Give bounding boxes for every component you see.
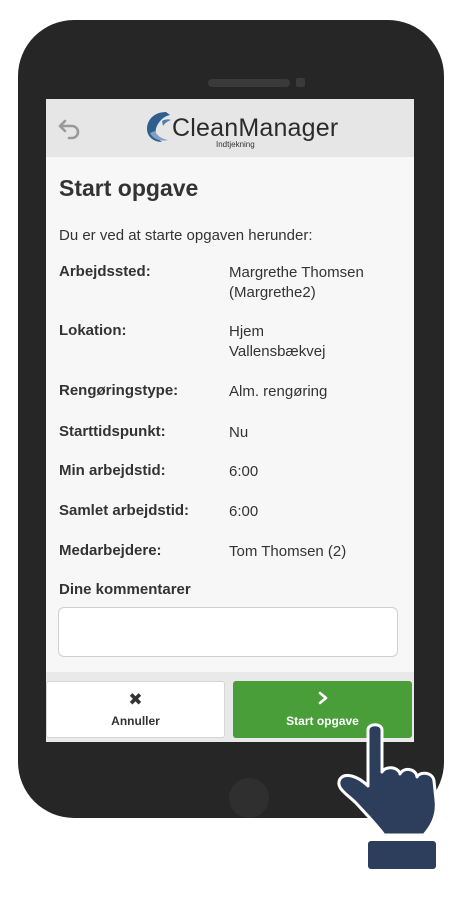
- intro-text: Du er ved at starte opgaven herunder:: [59, 227, 313, 244]
- phone-home-button[interactable]: [229, 778, 269, 818]
- detail-label: Min arbejdstid:: [59, 462, 166, 479]
- cancel-button[interactable]: ✖ Annuller: [46, 681, 225, 738]
- detail-value: Hjem Vallensbækvej: [229, 323, 326, 360]
- detail-value: 6:00: [229, 463, 259, 480]
- comments-label: Dine kommentarer: [59, 581, 191, 598]
- chevron-right-icon: [317, 691, 329, 709]
- task-details: Start opgave Du er ved at starte opgaven…: [46, 157, 414, 677]
- detail-value: 6:00: [229, 503, 259, 520]
- page-title: Start opgave: [59, 175, 199, 201]
- back-arrow-icon[interactable]: [56, 114, 84, 142]
- app-name: CleanManager: [172, 114, 339, 142]
- detail-label: Starttidspunkt:: [59, 423, 166, 440]
- detail-label: Samlet arbejdstid:: [59, 502, 190, 519]
- app-logo: CleanManager Indtjekning: [144, 109, 338, 149]
- detail-value: Margrethe Thomsen (Margrethe2): [229, 264, 364, 301]
- close-icon: ✖: [128, 690, 143, 709]
- top-bar: CleanManager Indtjekning: [46, 99, 414, 157]
- app-subtitle: Indtjekning: [216, 140, 255, 149]
- detail-value: Tom Thomsen (2): [229, 543, 347, 560]
- phone-speaker: [208, 79, 290, 87]
- detail-value: Alm. rengøring: [229, 383, 328, 400]
- detail-label: Lokation:: [59, 322, 127, 339]
- detail-value: Nu: [229, 424, 249, 441]
- detail-label: Arbejdssted:: [59, 263, 151, 280]
- detail-label: Rengøringstype:: [59, 382, 179, 399]
- phone-camera: [296, 78, 305, 87]
- comments-input[interactable]: [58, 607, 398, 657]
- detail-label: Medarbejdere:: [59, 542, 162, 559]
- app-screen: CleanManager Indtjekning Start opgave Du…: [46, 99, 414, 742]
- cancel-button-label: Annuller: [111, 714, 160, 728]
- logo-swirl-icon: [147, 112, 171, 142]
- pointing-hand-icon: [337, 723, 438, 869]
